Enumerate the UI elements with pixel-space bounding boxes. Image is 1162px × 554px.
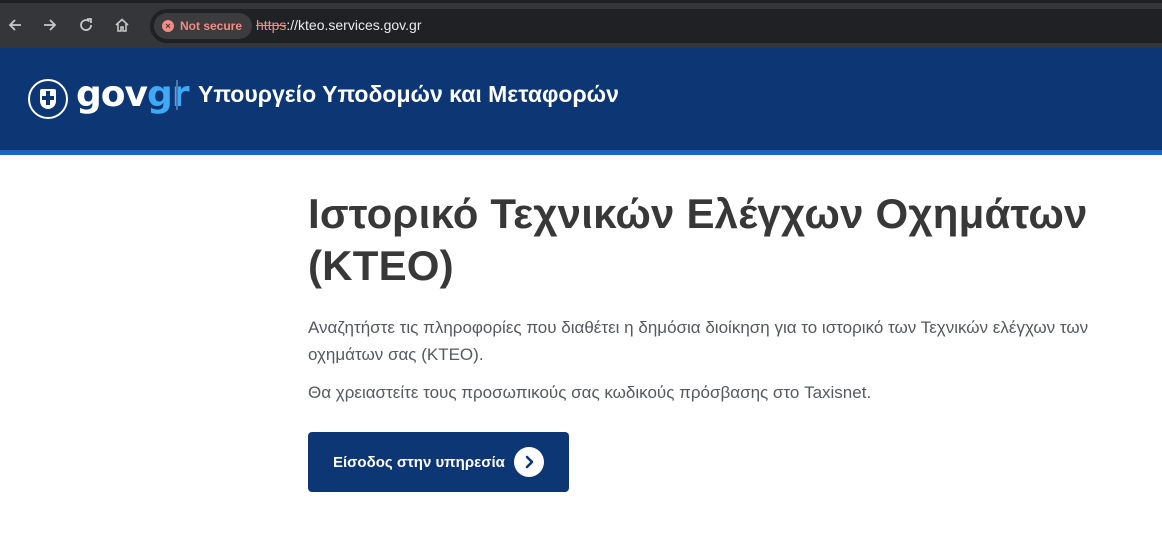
url-host: ://kteo.services.gov.gr bbox=[286, 17, 422, 33]
home-button[interactable] bbox=[108, 11, 136, 39]
logo-gov: gov bbox=[76, 74, 148, 115]
url-text[interactable]: https://kteo.services.gov.gr bbox=[256, 17, 422, 33]
not-secure-icon: × bbox=[162, 20, 174, 32]
address-bar[interactable]: × Not secure https://kteo.services.gov.g… bbox=[150, 9, 1162, 43]
ministry-name: Υπουργείο Υποδομών και Μεταφορών bbox=[198, 81, 619, 107]
chevron-right-icon bbox=[514, 447, 544, 477]
start-service-button[interactable]: Είσοδος στην υπηρεσία bbox=[308, 432, 569, 492]
forward-arrow-icon bbox=[44, 19, 57, 31]
taxisnet-note: Θα χρειαστείτε τους προσωπικούς σας κωδι… bbox=[308, 383, 872, 402]
back-button[interactable] bbox=[1, 11, 29, 39]
header-stripe bbox=[0, 150, 1162, 155]
site-header: govgr Υπουργείο Υποδομών και Μεταφορών bbox=[0, 48, 1162, 150]
security-label: Not secure bbox=[180, 19, 243, 33]
url-scheme: https bbox=[256, 17, 287, 33]
browser-toolbar: × Not secure https://kteo.services.gov.g… bbox=[0, 0, 1162, 48]
service-description: Αναζητήστε τις πληροφορίες που διαθέτει … bbox=[308, 318, 1089, 364]
home-icon bbox=[115, 18, 129, 32]
govgr-logo[interactable]: govgr bbox=[76, 75, 189, 115]
page-title: Ιστορικό Τεχνικών Ελέγχων Οχημάτων (ΚΤΕΟ… bbox=[308, 190, 1088, 289]
forward-button[interactable] bbox=[36, 11, 64, 39]
reload-button[interactable] bbox=[72, 11, 100, 39]
logo-gr: gr bbox=[146, 74, 190, 115]
main-content: Ιστορικό Τεχνικών Ελέγχων Οχημάτων (ΚΤΕΟ… bbox=[308, 188, 1162, 492]
back-arrow-icon bbox=[8, 19, 21, 31]
site-info-chip[interactable]: × Not secure bbox=[154, 13, 253, 39]
emblem-icon[interactable] bbox=[28, 79, 68, 119]
logo-divider bbox=[176, 80, 178, 110]
start-button-label: Είσοδος στην υπηρεσία bbox=[333, 453, 505, 471]
reload-icon bbox=[80, 18, 92, 31]
